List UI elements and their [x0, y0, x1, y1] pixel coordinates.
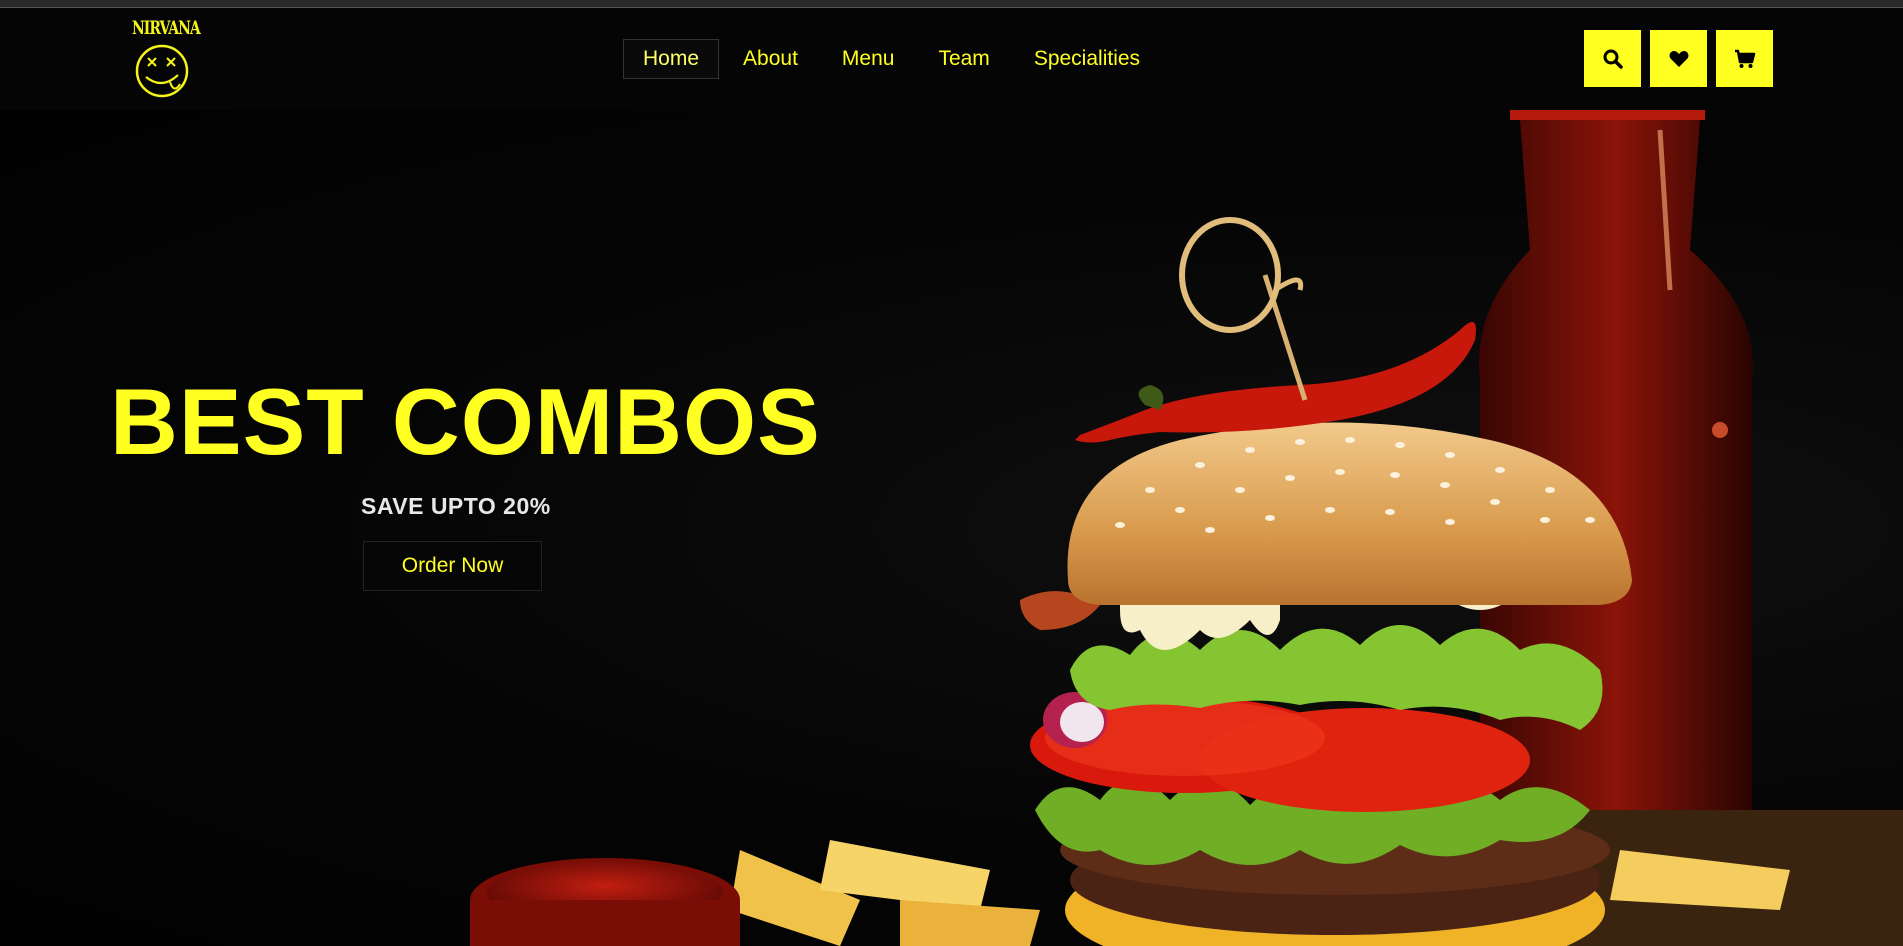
- nav-specialities[interactable]: Specialities: [1014, 39, 1160, 79]
- brand-logo[interactable]: NIRVANA: [132, 18, 201, 103]
- nav-team[interactable]: Team: [918, 39, 1009, 79]
- burger-hero-image: [470, 110, 1903, 946]
- cart-icon: [1734, 49, 1755, 68]
- main-nav: Home About Menu Team Specialities: [623, 39, 1164, 79]
- header-actions: [1584, 30, 1773, 87]
- nav-about[interactable]: About: [723, 39, 818, 79]
- nav-menu[interactable]: Menu: [822, 39, 915, 79]
- browser-top-edge: [0, 0, 1903, 8]
- hero-subtitle: SAVE UPTO 20%: [361, 493, 551, 519]
- wishlist-button[interactable]: [1650, 30, 1707, 87]
- hero-title: BEST COMBOS: [110, 369, 821, 474]
- heart-icon: [1669, 50, 1688, 67]
- logo-text: NIRVANA: [132, 18, 201, 40]
- cart-button[interactable]: [1716, 30, 1773, 87]
- smiley-logo-icon: [135, 44, 189, 98]
- search-button[interactable]: [1584, 30, 1641, 87]
- search-icon: [1603, 49, 1623, 69]
- hero-banner: BEST COMBOS SAVE UPTO 20% Order Now: [0, 110, 1903, 946]
- order-now-button[interactable]: Order Now: [363, 541, 542, 591]
- nav-home[interactable]: Home: [623, 39, 720, 79]
- site-header: NIRVANA Home About Menu Team Specialitie…: [0, 8, 1903, 110]
